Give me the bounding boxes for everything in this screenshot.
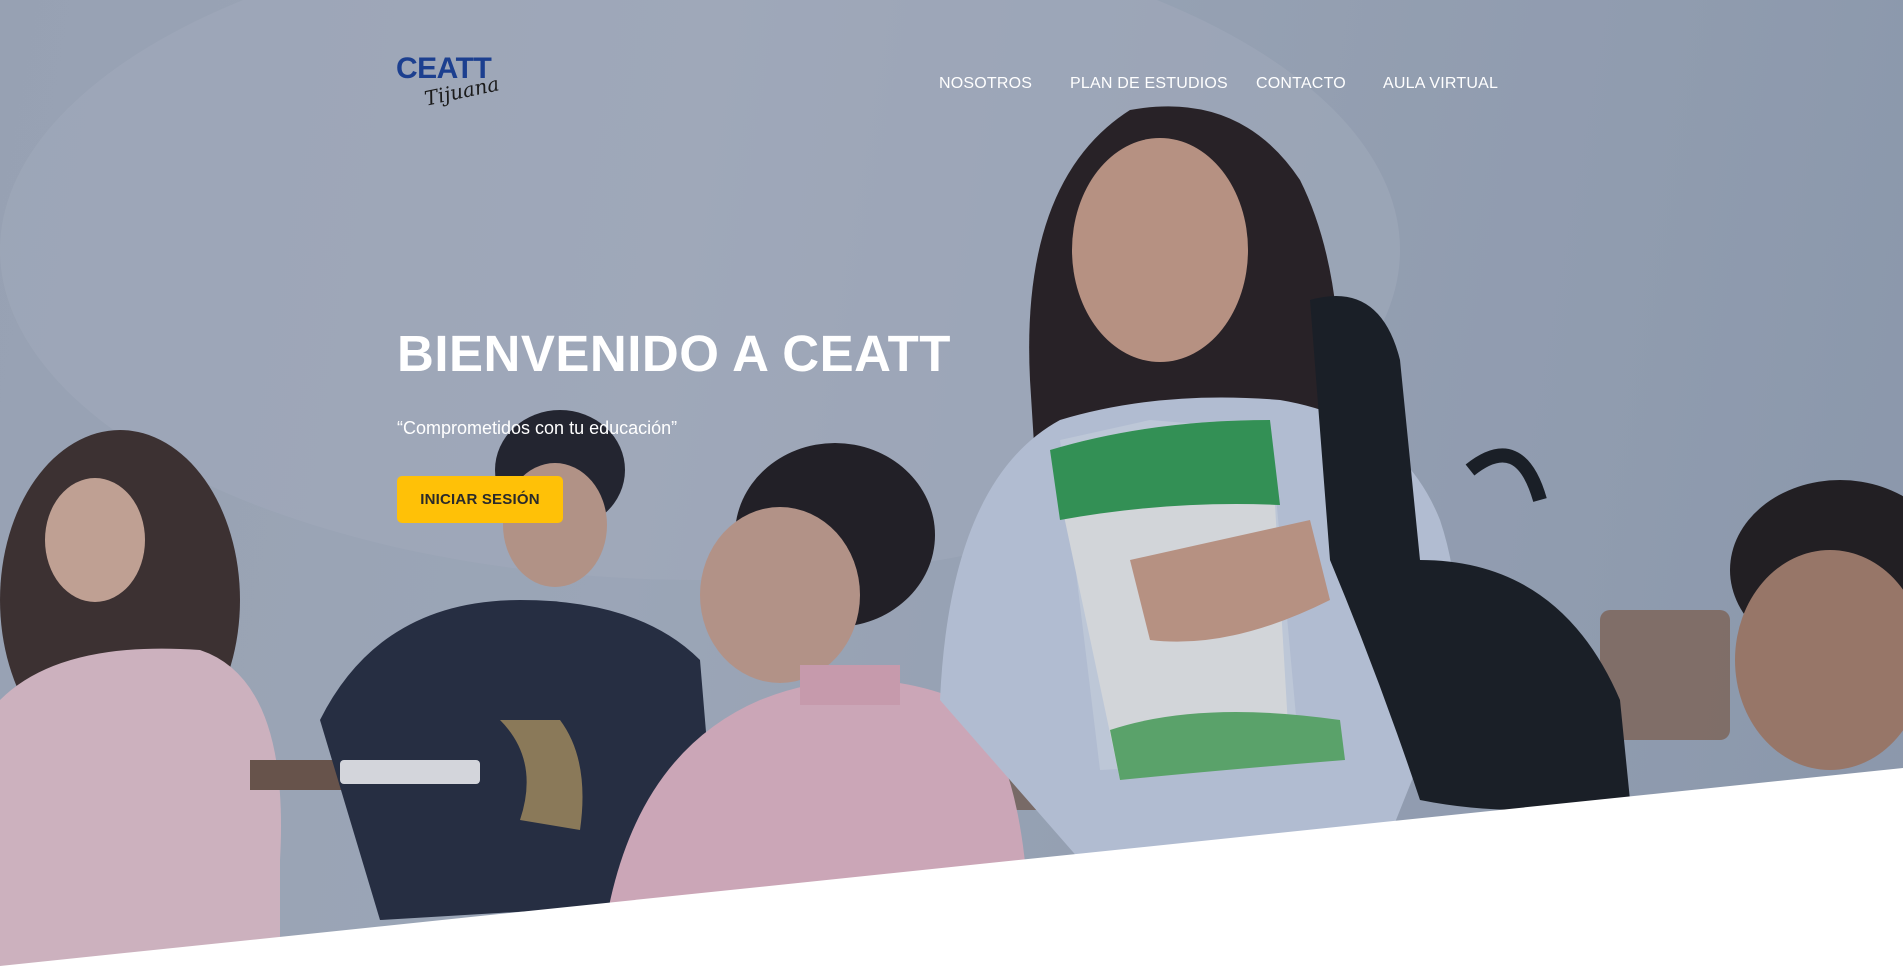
nav-plan-de-estudios[interactable]: PLAN DE ESTUDIOS [1070,75,1228,93]
nav-aula-virtual[interactable]: AULA VIRTUAL [1383,75,1498,93]
nav-nosotros[interactable]: NOSOTROS [939,75,1032,93]
main-nav: NOSOTROS PLAN DE ESTUDIOS CONTACTO AULA … [0,75,1903,99]
hero-section: CEATT Tijuana NOSOTROS PLAN DE ESTUDIOS … [0,0,1903,966]
hero-bottom-slant [0,768,1903,966]
hero-title: BIENVENIDO A CEATT [397,325,951,382]
nav-contacto[interactable]: CONTACTO [1256,75,1346,93]
hero-tagline: “Comprometidos con tu educación” [397,418,678,438]
login-button[interactable]: INICIAR SESIÓN [397,476,563,523]
site-header: CEATT Tijuana NOSOTROS PLAN DE ESTUDIOS … [0,0,1903,140]
